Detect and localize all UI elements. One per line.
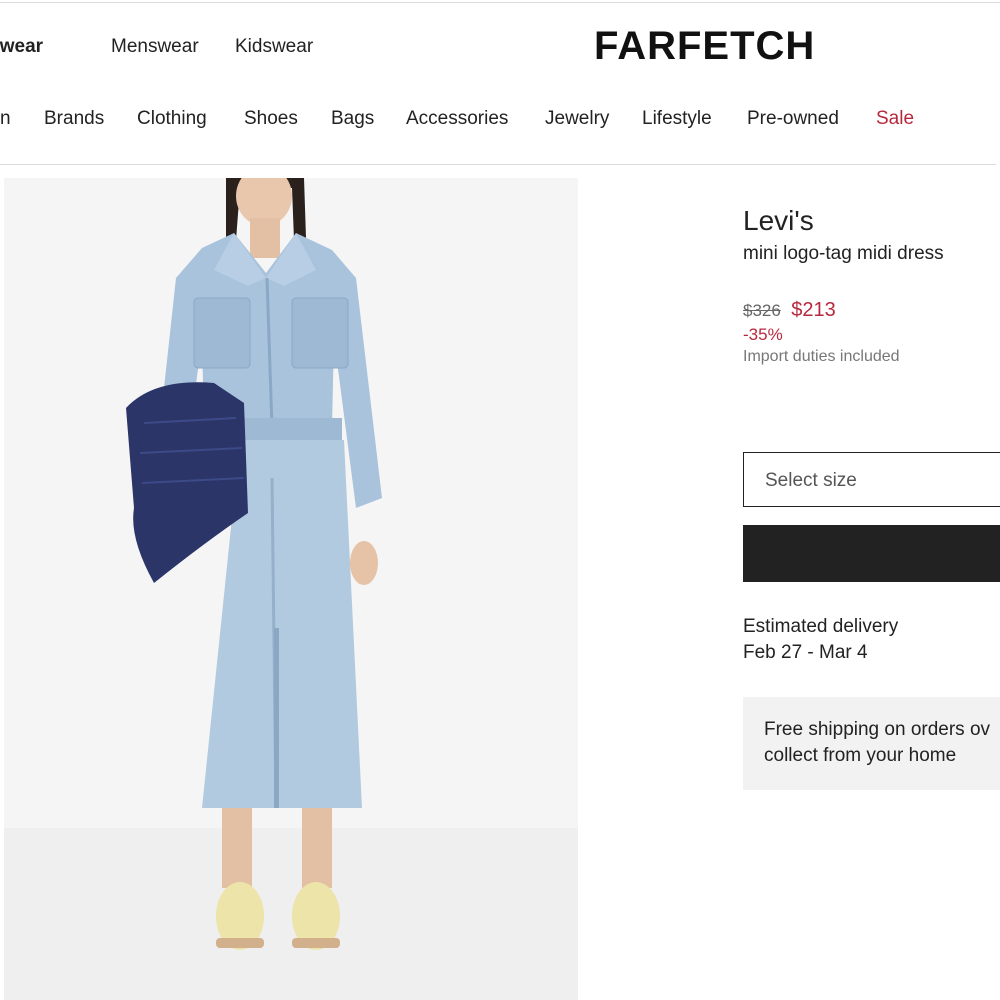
nav-item-new-in[interactable]: n — [0, 108, 11, 130]
price-row: $326 $213 — [743, 299, 836, 322]
original-price: $326 — [743, 301, 781, 320]
nav-item-lifestyle[interactable]: Lifestyle — [642, 108, 712, 130]
free-shipping-banner: Free shipping on orders ov collect from … — [743, 697, 1000, 790]
nav-divider — [0, 164, 996, 165]
size-select[interactable]: Select size — [743, 452, 1000, 507]
top-divider — [0, 2, 1000, 3]
product-image[interactable] — [4, 178, 578, 1000]
farfetch-logo[interactable]: FARFETCH — [594, 24, 815, 69]
shipping-line-1: Free shipping on orders ov — [764, 719, 991, 740]
nav-item-sale[interactable]: Sale — [876, 108, 914, 130]
size-select-placeholder: Select size — [765, 470, 857, 491]
category-nav: n Brands Clothing Shoes Bags Accessories… — [0, 108, 1000, 136]
nav-item-pre-owned[interactable]: Pre-owned — [747, 108, 839, 130]
duties-note: Import duties included — [743, 348, 900, 365]
nav-item-clothing[interactable]: Clothing — [137, 108, 207, 130]
product-photo-illustration — [4, 178, 578, 1000]
tab-menswear[interactable]: Menswear — [111, 36, 199, 58]
tab-womenswear[interactable]: enswear — [0, 36, 43, 58]
sale-price: $213 — [791, 299, 836, 321]
product-name: mini logo-tag midi dress — [743, 243, 944, 264]
delivery-label: Estimated delivery — [743, 616, 899, 637]
nav-item-bags[interactable]: Bags — [331, 108, 374, 130]
shipping-line-2: collect from your home — [764, 745, 957, 766]
nav-item-jewelry[interactable]: Jewelry — [545, 108, 609, 130]
nav-item-shoes[interactable]: Shoes — [244, 108, 298, 130]
delivery-dates: Feb 27 - Mar 4 — [743, 642, 868, 663]
add-to-bag-button[interactable] — [743, 525, 1000, 582]
tab-kidswear[interactable]: Kidswear — [235, 36, 313, 58]
product-brand[interactable]: Levi's — [743, 205, 814, 237]
discount-badge: -35% — [743, 325, 783, 344]
nav-item-brands[interactable]: Brands — [44, 108, 104, 130]
nav-item-accessories[interactable]: Accessories — [406, 108, 508, 130]
